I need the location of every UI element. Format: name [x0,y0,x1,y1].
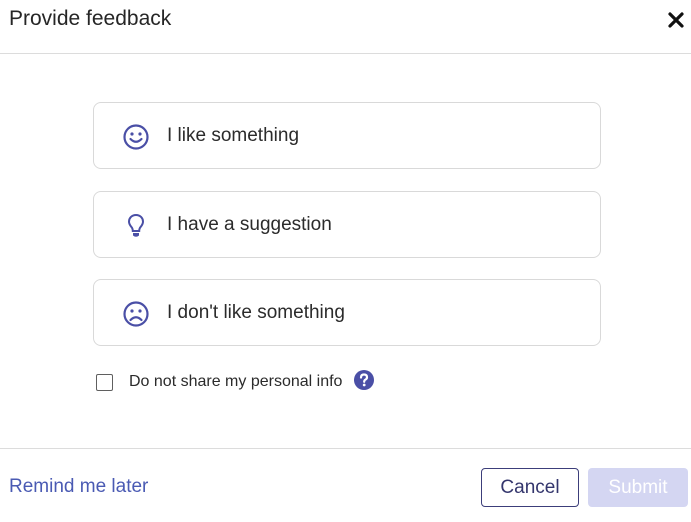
lightbulb-icon [127,213,145,237]
smile-icon [123,124,149,150]
option-like-label: I like something [167,125,300,146]
option-dislike-label: I don't like something [167,302,345,323]
remind-later-link[interactable]: Remind me later [9,476,148,498]
close-button[interactable] [665,9,687,31]
no-share-label: Do not share my personal info [129,373,343,390]
close-icon [668,12,684,28]
submit-button[interactable]: Submit [588,468,688,507]
option-like[interactable]: I like something [93,102,601,169]
footer-divider [0,448,691,449]
frown-icon [123,301,149,327]
dialog-title: Provide feedback [9,7,172,30]
help-icon[interactable] [354,370,374,390]
option-suggestion[interactable]: I have a suggestion [93,191,601,258]
option-suggestion-label: I have a suggestion [167,214,332,235]
dialog-header: Provide feedback [0,0,691,54]
no-share-checkbox[interactable] [96,374,113,391]
feedback-dialog: Provide feedback I like something I have… [0,0,691,522]
option-dislike[interactable]: I don't like something [93,279,601,346]
cancel-button[interactable]: Cancel [481,468,579,507]
